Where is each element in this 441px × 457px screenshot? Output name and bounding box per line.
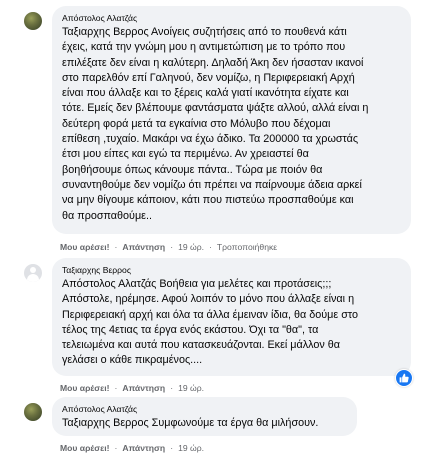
- separator-dot: ·: [170, 443, 174, 453]
- reply-button[interactable]: Απάντηση: [122, 441, 165, 455]
- reply-button[interactable]: Απάντηση: [122, 240, 165, 254]
- like-reaction-badge[interactable]: [395, 369, 413, 387]
- comment-timestamp[interactable]: 19 ώρ.: [178, 441, 204, 455]
- separator-dot: ·: [170, 242, 174, 252]
- like-thumb-icon: [399, 373, 409, 383]
- separator-dot: ·: [114, 242, 118, 252]
- comment-text: Ταξιαρχης Βερρος Ανοίγεις συζητήσεις από…: [62, 26, 369, 222]
- comment-author[interactable]: Ταξιαρχης Βερρος: [62, 264, 401, 276]
- avatar[interactable]: [24, 403, 42, 421]
- separator-dot: ·: [114, 443, 118, 453]
- default-avatar-head: [30, 267, 36, 273]
- comment-bubble: Απόστολος Αλατζάς Ταξιαρχης Βερρος Συμφω…: [52, 397, 357, 436]
- edited-label[interactable]: Τροποποιήθηκε: [217, 240, 277, 254]
- comment-bubble: Απόστολος Αλατζάς Ταξιαρχης Βερρος Ανοίγ…: [52, 6, 411, 234]
- comment-text: Ταξιαρχης Βερρος Συμφωνούμε τα έργα θα μ…: [62, 417, 319, 429]
- comment-actions: Μου αρέσει! · Απάντηση · 19 ώρ.: [60, 381, 204, 395]
- separator-dot: ·: [170, 383, 174, 393]
- avatar[interactable]: [24, 12, 42, 30]
- like-button[interactable]: Μου αρέσει!: [60, 240, 109, 254]
- comment-author[interactable]: Απόστολος Αλατζάς: [62, 403, 347, 415]
- like-button[interactable]: Μου αρέσει!: [60, 381, 109, 395]
- default-avatar-body: [27, 274, 39, 282]
- comment-actions: Μου αρέσει! · Απάντηση · 19 ώρ. · Τροποποιήθηκ…: [60, 240, 277, 254]
- separator-dot: ·: [114, 383, 118, 393]
- comment-author[interactable]: Απόστολος Αλατζάς: [62, 12, 401, 24]
- like-button[interactable]: Μου αρέσει!: [60, 441, 109, 455]
- comment-timestamp[interactable]: 19 ώρ.: [178, 381, 204, 395]
- comment-actions: Μου αρέσει! · Απάντηση · 19 ώρ.: [60, 441, 204, 455]
- comment-bubble: Ταξιαρχης Βερρος Απόστολος Αλατζάς Βοήθε…: [52, 258, 411, 376]
- comment-text: Απόστολος Αλατζάς Βοήθεια για μελέτες κα…: [62, 278, 358, 367]
- reply-button[interactable]: Απάντηση: [122, 381, 165, 395]
- separator-dot: ·: [209, 242, 212, 252]
- avatar[interactable]: [24, 264, 42, 282]
- comment-timestamp[interactable]: 19 ώρ.: [178, 240, 204, 254]
